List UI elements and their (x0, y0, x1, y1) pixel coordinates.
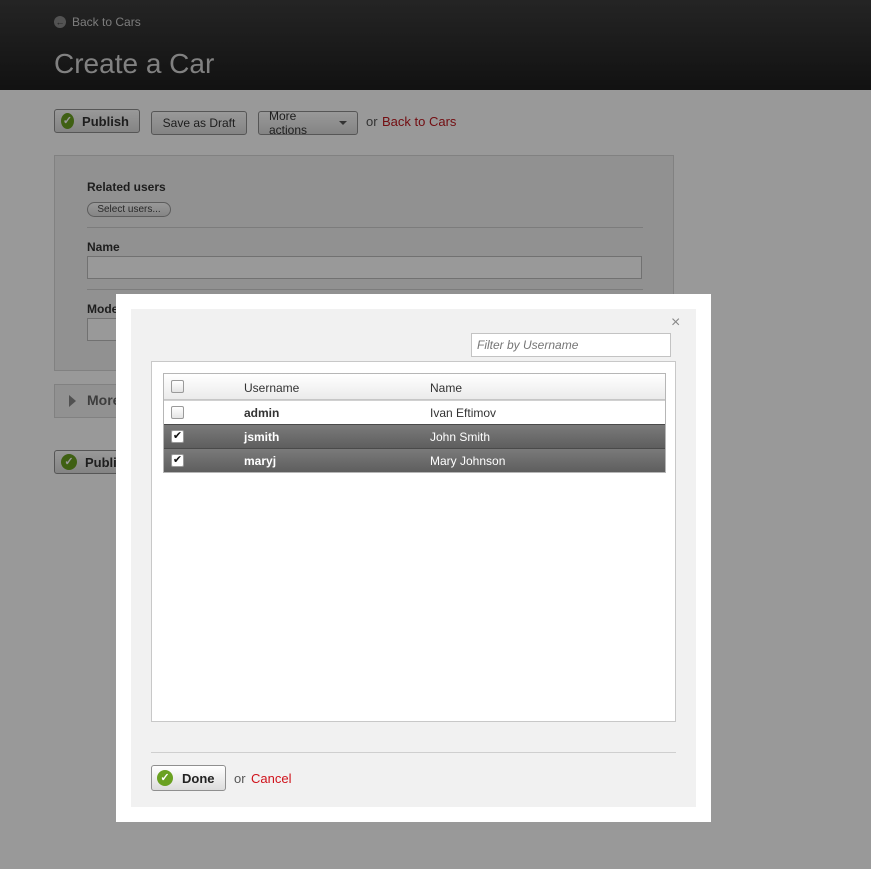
divider (151, 752, 676, 753)
username-cell: maryj (244, 454, 277, 468)
username-cell: jsmith (244, 430, 280, 444)
table-row[interactable]: ✔ maryj Mary Johnson (164, 448, 665, 472)
done-label: Done (182, 770, 215, 786)
users-grid: Username Name admin Ivan Eftimov ✔ jsmit… (163, 373, 666, 473)
filter-username-input[interactable] (471, 333, 671, 357)
user-list-container: Username Name admin Ivan Eftimov ✔ jsmit… (151, 361, 676, 722)
table-row[interactable]: admin Ivan Eftimov (164, 400, 665, 424)
cancel-link[interactable]: Cancel (251, 771, 291, 786)
name-cell: John Smith (430, 430, 491, 444)
table-row[interactable]: ✔ jsmith John Smith (164, 424, 665, 448)
column-header-name[interactable]: Name (430, 381, 462, 395)
row-checkbox[interactable]: ✔ (171, 454, 184, 467)
or-text: or (234, 771, 246, 786)
name-cell: Mary Johnson (430, 454, 506, 468)
check-icon: ✓ (157, 770, 173, 786)
dialog-body: × Username Name admin Ivan Eftimov ✔ jsm… (131, 309, 696, 807)
select-all-checkbox[interactable] (171, 380, 184, 393)
close-icon[interactable]: × (671, 315, 680, 331)
select-users-dialog: × Username Name admin Ivan Eftimov ✔ jsm… (116, 294, 711, 822)
grid-header: Username Name (164, 374, 665, 400)
username-cell: admin (244, 406, 280, 420)
done-button[interactable]: ✓ Done (151, 765, 226, 791)
name-cell: Ivan Eftimov (430, 406, 497, 420)
row-checkbox[interactable]: ✔ (171, 430, 184, 443)
column-header-username[interactable]: Username (244, 381, 299, 395)
row-checkbox[interactable] (171, 406, 184, 419)
